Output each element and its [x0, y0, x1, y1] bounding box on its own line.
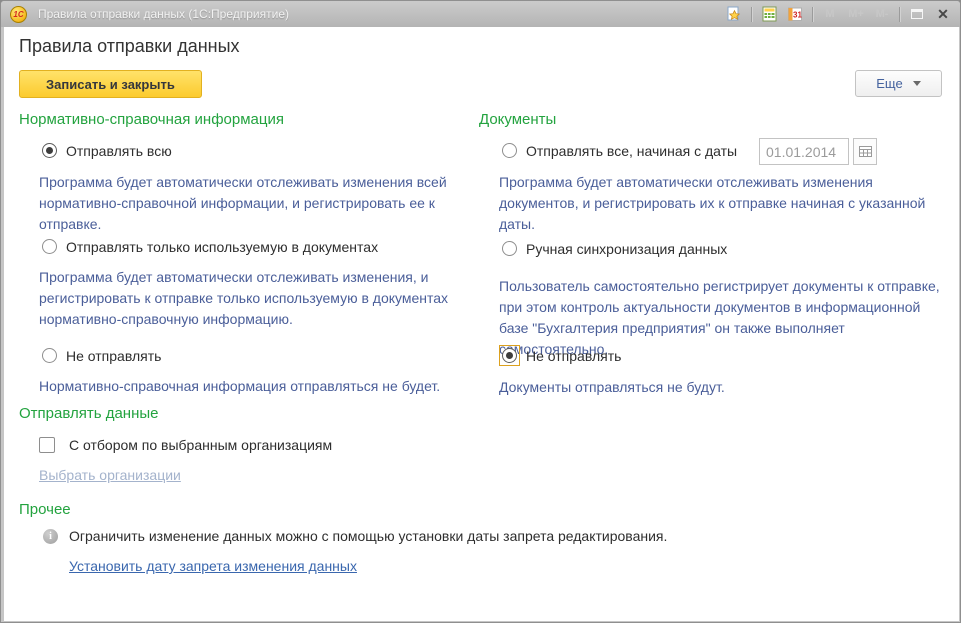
radio-label: Не отправлять	[526, 348, 621, 364]
svg-text:31: 31	[793, 11, 802, 20]
maximize-icon	[911, 9, 923, 19]
restriction-info-row: i Ограничить изменение данных можно с по…	[43, 528, 943, 544]
radio-label: Ручная синхронизация данных	[526, 241, 727, 257]
more-button[interactable]: Еще	[855, 70, 942, 97]
titlebar-separator	[812, 7, 813, 22]
set-restriction-date-link[interactable]: Установить дату запрета изменения данных	[69, 558, 357, 574]
nsi-option-send-all-description: Программа будет автоматически отслеживат…	[39, 172, 474, 235]
window-title: Правила отправки данных (1С:Предприятие)	[38, 7, 723, 21]
send-data-section-title: Отправлять данные	[19, 405, 158, 422]
nsi-option-used-only-description: Программа будет автоматически отслеживат…	[39, 267, 474, 330]
app-window: 1С Правила отправки данных (1С:Предприят…	[0, 0, 961, 623]
save-and-close-button[interactable]: Записать и закрыть	[19, 70, 202, 98]
memory-m-minus-button[interactable]: M-	[871, 8, 893, 20]
docs-option-dont-send-description: Документы отправляться не будут.	[499, 377, 947, 398]
radio-icon[interactable]	[502, 348, 517, 363]
titlebar-separator	[899, 7, 900, 22]
radio-icon[interactable]	[42, 348, 57, 363]
checkbox-icon[interactable]	[39, 437, 55, 453]
radio-icon[interactable]	[502, 241, 517, 256]
documents-section-title: Документы	[479, 111, 556, 128]
nsi-option-send-all[interactable]: Отправлять всю	[39, 140, 172, 161]
more-button-label: Еще	[876, 76, 902, 91]
docs-option-dont-send[interactable]: Не отправлять	[499, 345, 621, 366]
focus-ring	[499, 345, 520, 366]
calculator-icon[interactable]	[758, 4, 780, 24]
form-content: Правила отправки данных Записать и закры…	[4, 27, 959, 621]
date-picker-button[interactable]	[853, 138, 877, 165]
radio-label: Не отправлять	[66, 348, 161, 364]
close-button[interactable]: ✕	[932, 4, 954, 24]
radio-label: Отправлять только используемую в докумен…	[66, 239, 378, 255]
documents-column: Документы Отправлять все, начиная с даты…	[479, 111, 944, 411]
nsi-option-dont-send-description: Нормативно-справочная информация отправл…	[39, 376, 474, 397]
maximize-button[interactable]	[906, 4, 928, 24]
radio-icon[interactable]	[42, 239, 57, 254]
other-section-title: Прочее	[19, 501, 71, 518]
info-icon: i	[43, 529, 58, 544]
docs-option-send-from-date[interactable]: Отправлять все, начиная с даты	[499, 140, 737, 161]
nsi-section-title: Нормативно-справочная информация	[19, 111, 284, 128]
radio-icon[interactable]	[502, 143, 517, 158]
memory-m-button[interactable]: M	[819, 8, 841, 20]
calendar-icon[interactable]: 31	[784, 4, 806, 24]
memory-m-plus-button[interactable]: M+	[845, 8, 867, 20]
docs-option-manual-sync[interactable]: Ручная синхронизация данных	[499, 238, 727, 259]
close-icon: ✕	[937, 7, 949, 21]
nsi-option-dont-send[interactable]: Не отправлять	[39, 345, 161, 366]
radio-label: Отправлять всю	[66, 143, 172, 159]
start-date-input[interactable]	[759, 138, 849, 165]
choose-organizations-link[interactable]: Выбрать организации	[39, 467, 181, 483]
titlebar: 1С Правила отправки данных (1С:Предприят…	[1, 1, 960, 27]
checkbox-label: С отбором по выбранным организациям	[69, 437, 332, 453]
nsi-column: Нормативно-справочная информация Отправл…	[19, 111, 471, 581]
page-title: Правила отправки данных	[19, 36, 240, 57]
radio-label: Отправлять все, начиная с даты	[526, 143, 737, 159]
chevron-down-icon	[913, 81, 921, 86]
date-picker-grid-icon	[859, 146, 872, 157]
titlebar-separator	[751, 7, 752, 22]
docs-option-send-from-date-description: Программа будет автоматически отслеживат…	[499, 172, 947, 235]
1c-logo-icon: 1С	[10, 6, 27, 23]
restriction-info-text: Ограничить изменение данных можно с помо…	[69, 528, 667, 544]
nsi-option-used-only[interactable]: Отправлять только используемую в докумен…	[39, 236, 378, 257]
favorites-document-icon[interactable]	[723, 4, 745, 24]
radio-icon[interactable]	[42, 143, 57, 158]
filter-by-organizations-checkbox-row[interactable]: С отбором по выбранным организациям	[39, 437, 332, 453]
